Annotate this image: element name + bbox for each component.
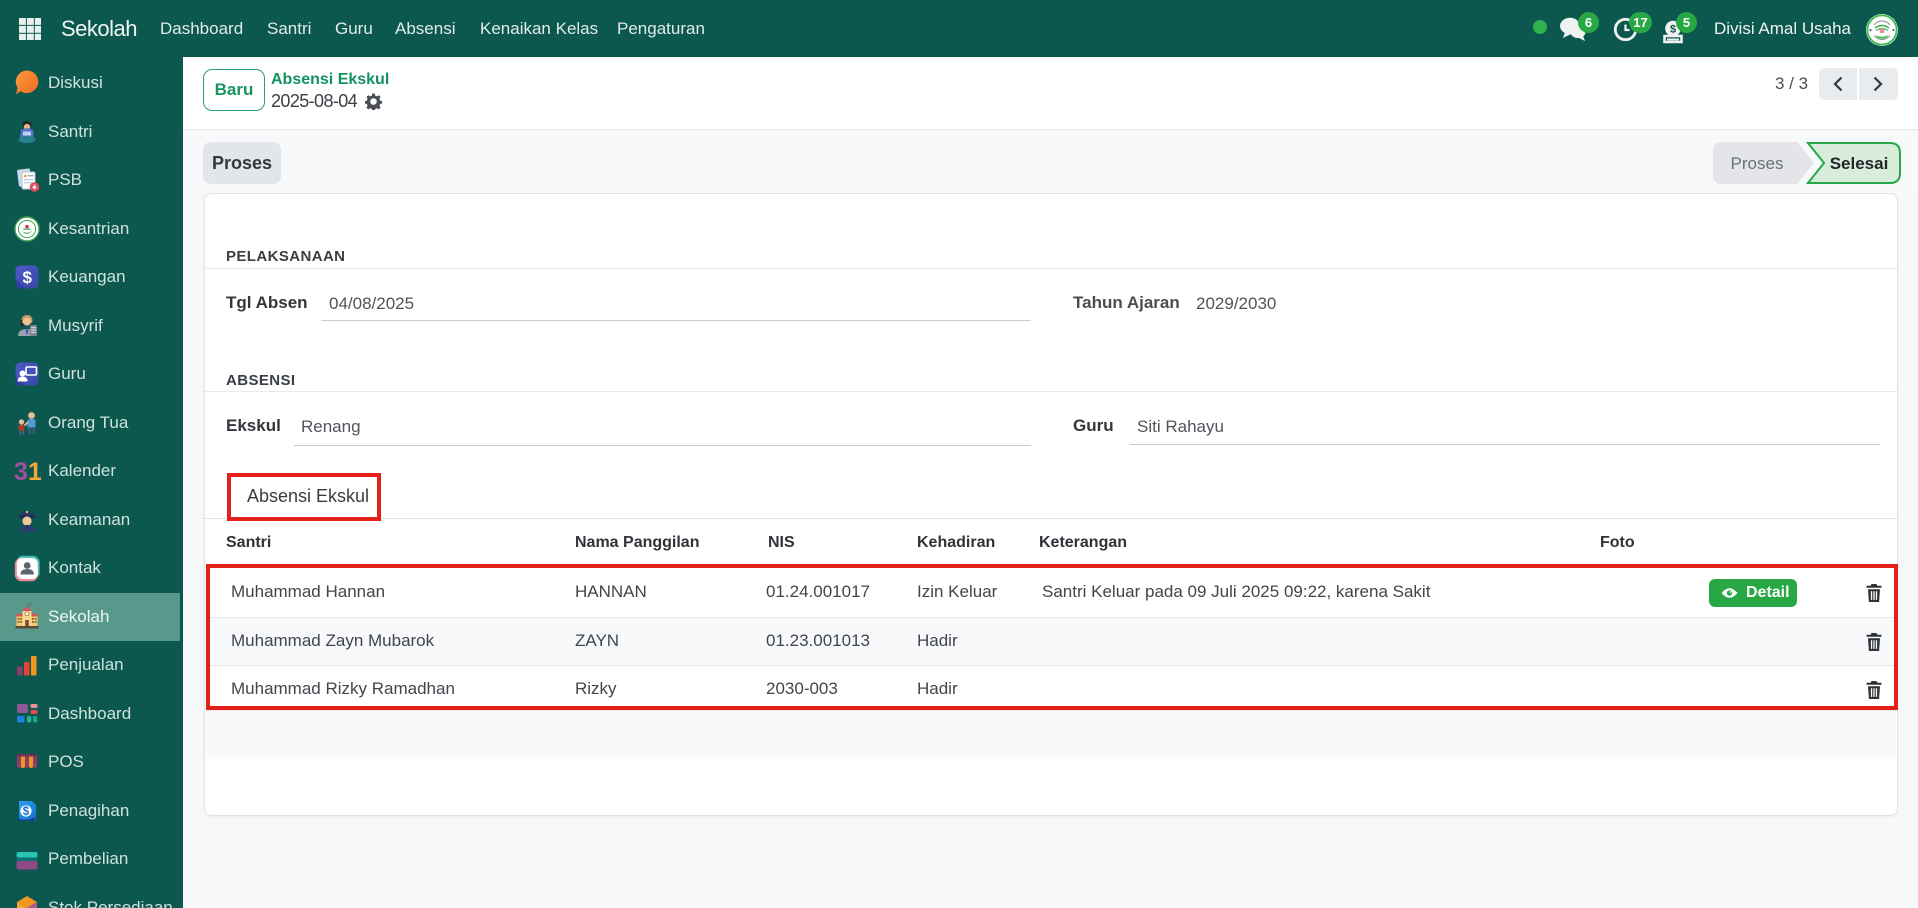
svg-text:$: $ [1670,24,1676,36]
svg-text:1: 1 [28,458,41,485]
svg-text:3: 3 [14,458,28,485]
svg-text:Proses: Proses [1731,154,1784,173]
svg-text:$: $ [22,268,32,287]
svg-text:Selesai: Selesai [1830,154,1889,173]
svg-text:$: $ [23,806,30,818]
